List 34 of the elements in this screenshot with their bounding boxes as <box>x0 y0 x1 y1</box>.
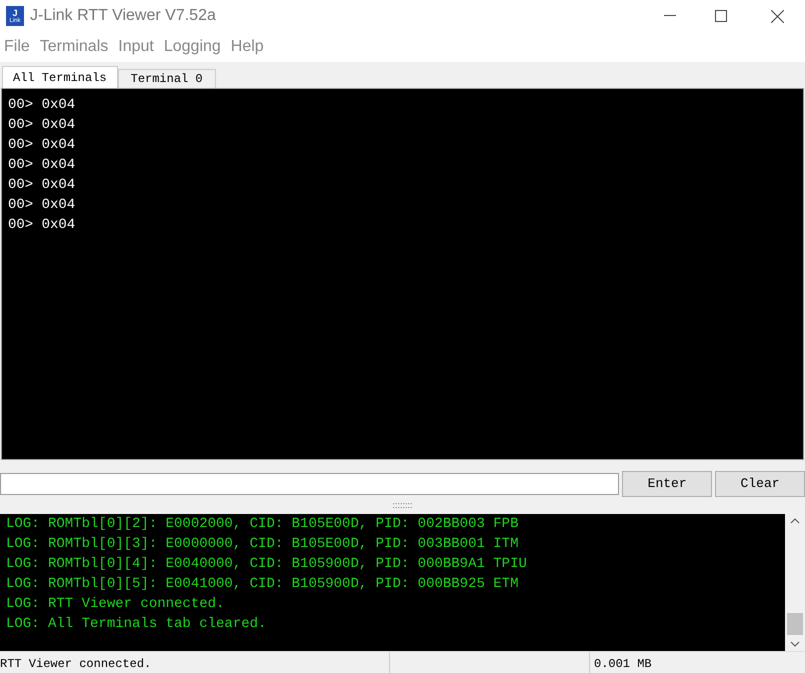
terminal-line: 00> 0x04 <box>8 136 76 155</box>
terminal-line: 00> 0x04 <box>8 156 76 175</box>
menu-item[interactable]: File <box>0 35 34 59</box>
terminal-line: 00> 0x04 <box>8 96 76 115</box>
splitter-handle[interactable]: :::::::: <box>392 501 412 510</box>
window-title: J-Link RTT Viewer V7.52a <box>30 6 216 26</box>
menu-item[interactable]: Terminals <box>36 35 112 59</box>
data-size-text: 0.001 MB <box>594 656 652 673</box>
scrollbar[interactable] <box>785 514 805 651</box>
status-text: RTT Viewer connected. <box>0 656 152 673</box>
close-icon <box>770 10 784 22</box>
log-line: LOG: RTT Viewer connected. <box>6 595 226 614</box>
log-line: LOG: ROMTbl[0][2]: E0002000, CID: B105E00D, PID: 002BB003 FPB <box>6 515 520 534</box>
terminal-line: 00> 0x04 <box>8 196 76 215</box>
maximize-icon <box>715 10 727 22</box>
tab[interactable]: Terminal 0 <box>118 69 216 88</box>
log-line: LOG: ROMTbl[0][5]: E0041000, CID: B105900D, PID: 000BB925 ETM <box>6 575 520 594</box>
terminal-line: 00> 0x04 <box>8 116 76 135</box>
terminal-line: 00> 0x04 <box>8 216 76 235</box>
scroll-down-icon <box>790 641 800 647</box>
tab[interactable]: All Terminals <box>2 66 118 88</box>
log-line: LOG: ROMTbl[0][3]: E0000000, CID: B105E00D, PID: 003BB001 ITM <box>6 535 520 554</box>
enter-button[interactable]: Enter <box>622 471 712 497</box>
clear-button[interactable]: Clear <box>715 471 805 497</box>
log-line: LOG: ROMTbl[0][4]: E0040000, CID: B105900D, PID: 000BB9A1 TPIU <box>6 555 528 574</box>
menu-item[interactable]: Logging <box>160 35 225 59</box>
menu-item[interactable]: Help <box>226 35 268 59</box>
scroll-up-icon <box>790 518 800 524</box>
log-line: LOG: All Terminals tab cleared. <box>6 615 268 634</box>
terminal-line: 00> 0x04 <box>8 176 76 195</box>
scroll-thumb[interactable] <box>787 613 803 635</box>
menu-item[interactable]: Input <box>114 35 158 59</box>
input-field[interactable] <box>0 473 620 495</box>
minimize-icon <box>664 15 676 17</box>
